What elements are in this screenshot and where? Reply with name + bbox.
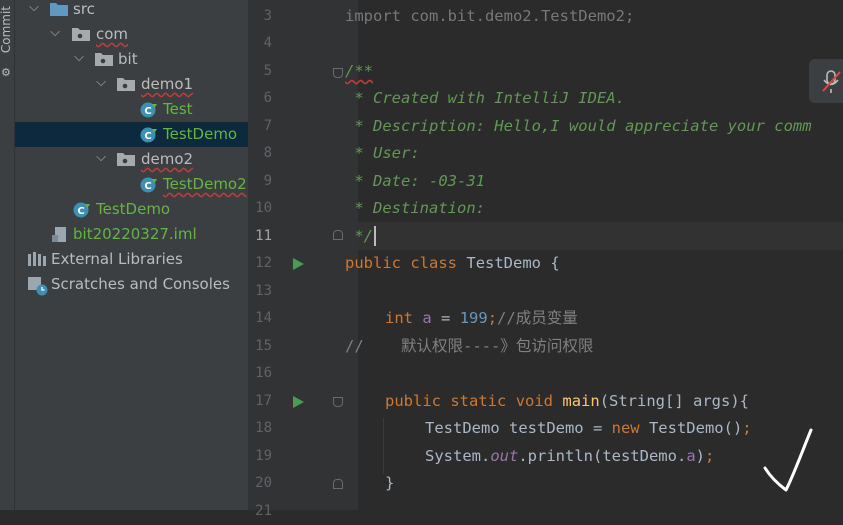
line-number: 19 xyxy=(255,448,272,464)
package-icon xyxy=(95,53,113,66)
line-number: 17 xyxy=(255,393,272,409)
tree-item-label: Scratches and Consoles xyxy=(51,275,230,293)
code-line-20[interactable]: } xyxy=(385,470,394,497)
chevron-down-icon[interactable]: ⌵ xyxy=(72,47,86,72)
svg-text:C: C xyxy=(144,106,151,117)
tree-item-bit[interactable]: ⌵ bit xyxy=(15,47,248,72)
tree-item-label: bit xyxy=(118,50,138,68)
tree-item-src[interactable]: ⌵ src xyxy=(15,0,248,22)
current-line-highlight xyxy=(358,222,843,250)
tree-item-external-libraries[interactable]: External Libraries xyxy=(15,247,248,272)
code-line-8[interactable]: * User: xyxy=(345,140,419,167)
line-number: 8 xyxy=(263,145,272,161)
side-tool-strip: Commit ⚙ xyxy=(0,0,15,510)
chevron-down-icon[interactable]: ⌵ xyxy=(94,147,108,172)
code-line-3[interactable]: import com.bit.demo2.TestDemo2; xyxy=(345,3,634,30)
tree-item-label: TestDemo2 xyxy=(163,175,247,193)
run-gutter-icon[interactable] xyxy=(293,258,304,270)
line-number: 20 xyxy=(255,475,272,491)
line-number: 4 xyxy=(263,35,272,51)
text-caret xyxy=(374,226,376,246)
tree-item-label: TestDemo xyxy=(96,200,171,218)
code-line-15[interactable]: // 默认权限----》包访问权限 xyxy=(345,333,593,360)
code-line-18[interactable]: TestDemo testDemo = new TestDemo(); xyxy=(425,415,752,442)
tree-item-test[interactable]: C Test xyxy=(15,97,248,122)
package-icon xyxy=(72,28,90,41)
code-line-11[interactable]: */ xyxy=(345,223,373,250)
libraries-icon xyxy=(28,252,46,266)
tree-item-iml[interactable]: bit20220327.iml xyxy=(15,222,248,247)
fold-marker-icon[interactable] xyxy=(333,479,343,489)
fold-marker-icon[interactable] xyxy=(333,230,343,240)
tree-item-demo1[interactable]: ⌵ demo1 xyxy=(15,72,248,97)
tree-item-label: External Libraries xyxy=(51,250,183,268)
line-number: 12 xyxy=(255,255,272,271)
code-line-12[interactable]: public class TestDemo { xyxy=(345,250,560,277)
code-line-19[interactable]: System.out.println(testDemo.a); xyxy=(425,443,714,470)
code-line-9[interactable]: * Date: -03-31 xyxy=(345,168,485,195)
line-number: 18 xyxy=(255,420,272,436)
checkmark-annotation xyxy=(763,428,813,492)
line-number: 16 xyxy=(255,365,272,381)
gear-icon[interactable]: ⚙ xyxy=(1,66,11,79)
svg-text:C: C xyxy=(144,131,151,142)
module-file-icon xyxy=(52,227,66,242)
tree-item-com[interactable]: ⌵ com xyxy=(15,22,248,47)
package-icon xyxy=(117,153,135,166)
fold-marker-icon[interactable] xyxy=(333,68,343,78)
class-icon: C xyxy=(140,102,157,118)
line-number: 3 xyxy=(263,8,272,24)
folder-icon xyxy=(50,3,68,16)
chevron-down-icon[interactable]: ⌵ xyxy=(94,72,108,97)
code-line-14[interactable]: int a = 199;//成员变量 xyxy=(385,305,578,332)
tree-item-label: com xyxy=(96,25,129,43)
line-number: 14 xyxy=(255,310,272,326)
mic-muted-icon xyxy=(822,70,841,93)
tree-item-testdemo-selected[interactable]: C TestDemo xyxy=(15,122,248,147)
line-number: 13 xyxy=(255,283,272,299)
mic-muted-button[interactable] xyxy=(809,59,843,103)
svg-text:C: C xyxy=(144,181,151,192)
line-number: 9 xyxy=(263,173,272,189)
line-number: 15 xyxy=(255,338,272,354)
package-icon xyxy=(117,78,135,91)
code-line-6[interactable]: * Created with IntelliJ IDEA. xyxy=(345,85,625,112)
tree-item-label: demo1 xyxy=(141,75,194,93)
chevron-down-icon[interactable]: ⌵ xyxy=(27,0,41,22)
scratches-icon xyxy=(28,277,48,296)
line-number: 5 xyxy=(263,63,272,79)
chevron-down-icon[interactable]: ⌵ xyxy=(48,22,62,47)
project-tree: ⌵ src ⌵ com ⌵ bit ⌵ demo1 C Test C TestD… xyxy=(15,0,248,510)
tree-item-label: TestDemo xyxy=(163,125,238,143)
commit-tool-tab[interactable]: Commit xyxy=(0,6,13,53)
svg-text:C: C xyxy=(77,206,84,217)
run-gutter-icon[interactable] xyxy=(293,396,304,408)
fold-marker-icon[interactable] xyxy=(333,397,343,407)
tree-item-label: demo2 xyxy=(141,150,194,168)
line-number: 21 xyxy=(255,503,272,519)
code-line-7[interactable]: * Description: Hello,I would appreciate … xyxy=(345,113,811,140)
tree-item-label: src xyxy=(73,0,95,18)
line-number: 7 xyxy=(263,118,272,134)
code-line-17[interactable]: public static void main(String[] args){ xyxy=(385,388,749,415)
tree-item-label: bit20220327.iml xyxy=(73,225,197,243)
tree-item-scratches[interactable]: Scratches and Consoles xyxy=(15,272,248,297)
indent-guide xyxy=(383,418,384,474)
line-number: 6 xyxy=(263,90,272,106)
tree-item-label: Test xyxy=(163,100,193,118)
tree-item-testdemo2[interactable]: C TestDemo2 xyxy=(15,172,248,197)
code-line-5[interactable]: /** xyxy=(345,58,373,85)
tree-item-testdemo[interactable]: C TestDemo xyxy=(15,197,248,222)
class-icon: C xyxy=(140,127,157,143)
code-line-10[interactable]: * Destination: xyxy=(345,195,485,222)
class-icon: C xyxy=(73,202,90,218)
line-number: 10 xyxy=(255,200,272,216)
class-icon: C xyxy=(140,177,157,193)
tree-item-demo2[interactable]: ⌵ demo2 xyxy=(15,147,248,172)
line-number-current: 11 xyxy=(255,228,272,244)
